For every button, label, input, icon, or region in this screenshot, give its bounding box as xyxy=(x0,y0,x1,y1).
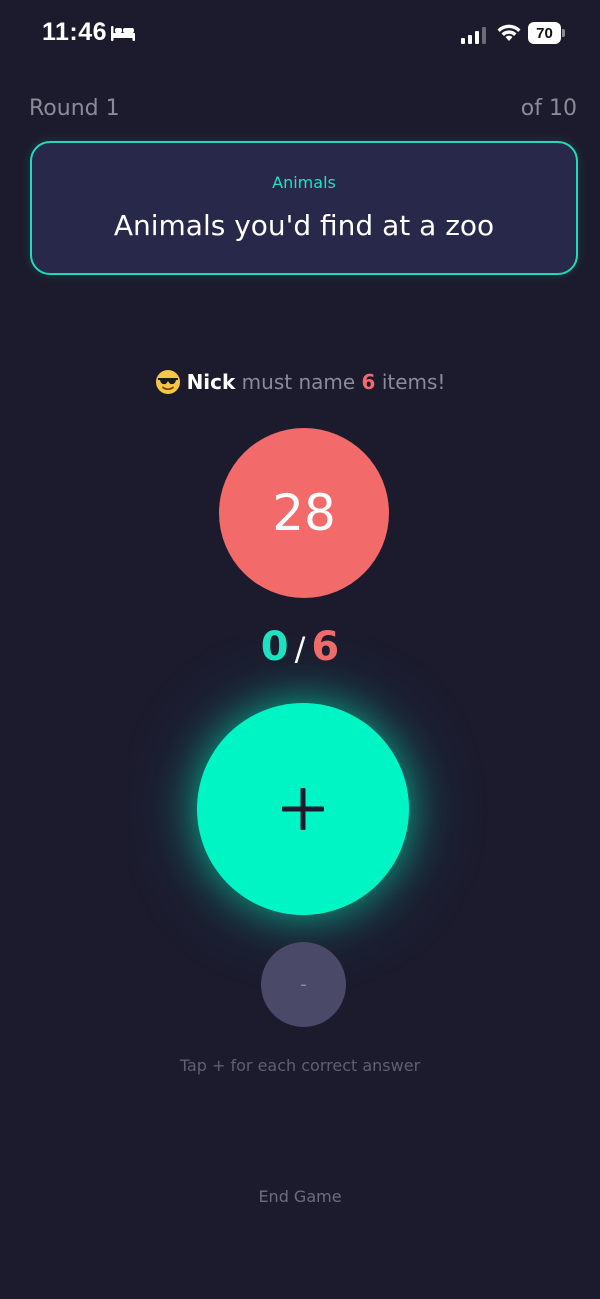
player-instruction: Nick must name 6 items! xyxy=(0,369,600,395)
cellular-signal-icon xyxy=(461,27,486,44)
score-separator: / xyxy=(294,630,306,668)
score-display: 0/6 xyxy=(0,624,600,670)
plus-icon xyxy=(282,788,324,830)
game-screen: 11:46 70 Round 1 of 10 Animals Animals y… xyxy=(0,0,600,1299)
score-current: 0 xyxy=(260,624,289,670)
player-text-before: must name xyxy=(241,370,356,394)
remove-answer-button[interactable]: - xyxy=(261,942,346,1027)
bed-icon xyxy=(111,26,135,41)
battery-tip xyxy=(562,29,565,37)
score-target: 6 xyxy=(311,624,340,670)
battery-indicator: 70 xyxy=(528,22,565,44)
round-total: of 10 xyxy=(520,96,577,121)
countdown-timer: 28 xyxy=(219,428,389,598)
category-name: Animals xyxy=(272,173,336,192)
add-correct-answer-button[interactable] xyxy=(197,703,409,915)
battery-level: 70 xyxy=(528,22,561,44)
end-game-button[interactable]: End Game xyxy=(0,1187,600,1206)
required-count: 6 xyxy=(361,370,376,394)
player-text-after: items! xyxy=(381,370,446,394)
status-time: 11:46 xyxy=(42,18,108,46)
round-label: Round 1 xyxy=(29,96,120,121)
smiling-face-with-sunglasses-icon xyxy=(155,370,180,394)
hint-text: Tap + for each correct answer xyxy=(179,1056,421,1075)
player-name: Nick xyxy=(186,370,236,394)
status-bar: 11:46 70 xyxy=(0,0,600,70)
category-card: Animals Animals you'd find at a zoo xyxy=(30,141,578,275)
category-prompt: Animals you'd find at a zoo xyxy=(113,209,495,242)
wifi-icon xyxy=(497,24,521,41)
